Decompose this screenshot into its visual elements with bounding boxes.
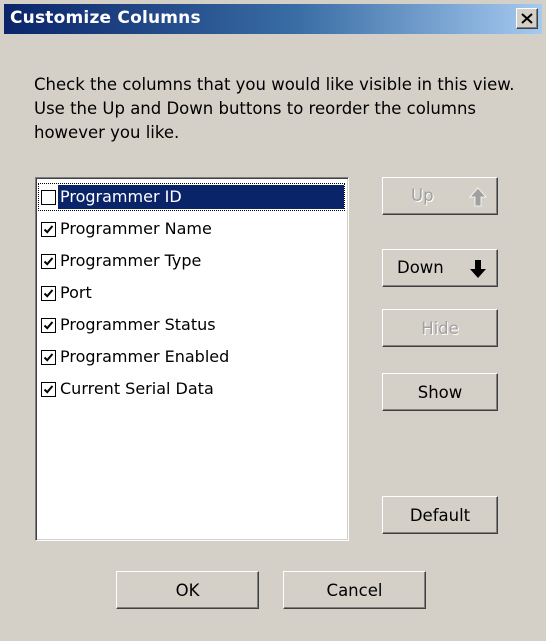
dialog-title: Customize Columns xyxy=(10,8,201,28)
up-button-label: Up xyxy=(411,186,434,205)
cancel-button-label: Cancel xyxy=(326,580,383,600)
list-item[interactable]: Programmer Type xyxy=(39,248,344,274)
checkbox[interactable] xyxy=(41,317,56,333)
ok-button-label: OK xyxy=(175,580,200,600)
list-item[interactable]: Port xyxy=(39,280,344,306)
list-item-label: Current Serial Data xyxy=(60,379,214,398)
show-button[interactable]: Show xyxy=(382,373,498,411)
show-button-label: Show xyxy=(417,382,463,402)
hide-button[interactable]: Hide xyxy=(382,309,498,347)
checkbox[interactable] xyxy=(41,285,56,301)
list-item[interactable]: Current Serial Data xyxy=(39,376,344,402)
checkmark-icon xyxy=(43,288,54,298)
list-item-label: Programmer Status xyxy=(60,315,216,334)
list-item-label: Programmer Type xyxy=(60,251,202,270)
list-item[interactable]: Programmer Enabled xyxy=(39,344,344,370)
arrow-up-icon xyxy=(469,187,487,207)
cancel-button[interactable]: Cancel xyxy=(283,571,426,609)
checkmark-icon xyxy=(43,320,54,330)
checkmark-icon xyxy=(43,224,54,234)
list-item[interactable]: Programmer Status xyxy=(39,312,344,338)
down-button-label: Down xyxy=(397,258,444,277)
customize-columns-dialog: Customize Columns Check the columns that… xyxy=(0,0,546,641)
close-icon xyxy=(521,13,533,24)
up-button[interactable]: Up xyxy=(382,177,498,215)
list-item-label: Port xyxy=(60,283,92,302)
list-item-label: Programmer Name xyxy=(60,219,212,238)
list-item[interactable]: Programmer ID xyxy=(38,183,345,211)
down-button[interactable]: Down xyxy=(382,249,498,287)
checkmark-icon xyxy=(43,352,54,362)
instructions-text: Check the columns that you would like vi… xyxy=(34,75,515,142)
checkmark-icon xyxy=(43,256,54,266)
arrow-down-icon xyxy=(470,260,486,278)
columns-listbox[interactable]: Programmer ID Programmer Name Programmer… xyxy=(35,177,349,541)
checkbox[interactable] xyxy=(41,221,56,237)
list-item[interactable]: Programmer Name xyxy=(39,216,344,242)
checkbox[interactable] xyxy=(41,253,56,269)
hide-button-label: Hide xyxy=(421,318,459,338)
checkmark-icon xyxy=(43,384,54,394)
ok-button[interactable]: OK xyxy=(116,571,259,609)
default-button[interactable]: Default xyxy=(382,496,498,534)
list-item-label: Programmer ID xyxy=(58,185,344,209)
checkbox[interactable] xyxy=(41,189,56,205)
close-button[interactable] xyxy=(516,8,538,29)
checkbox[interactable] xyxy=(41,381,56,397)
checkbox[interactable] xyxy=(41,349,56,365)
default-button-label: Default xyxy=(409,505,471,525)
list-item-label: Programmer Enabled xyxy=(60,347,230,366)
title-bar[interactable]: Customize Columns xyxy=(4,4,542,34)
